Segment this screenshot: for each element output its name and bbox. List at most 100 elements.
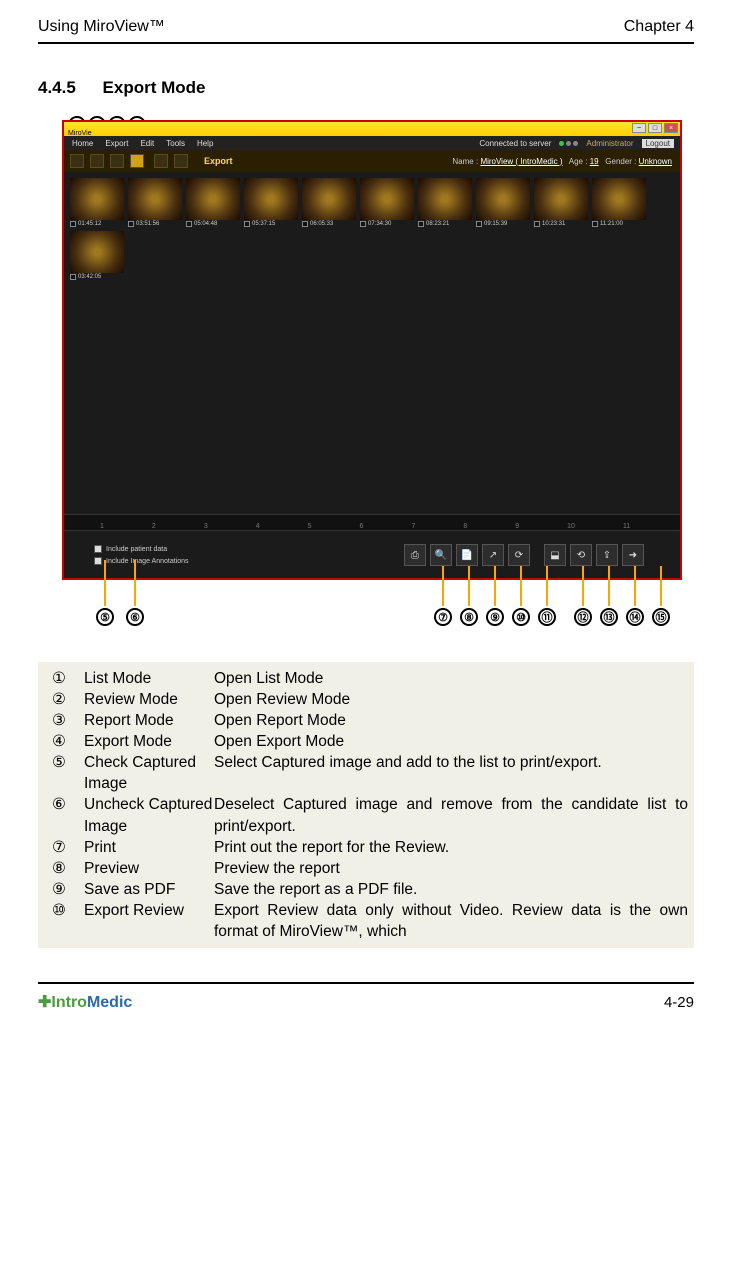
thumbnail[interactable]: 03:51:56 xyxy=(128,178,182,227)
app-window: MiroVie − □ × Home Export Edit Tools Hel… xyxy=(62,120,682,580)
description-table: ①List ModeOpen List Mode②Review ModeOpen… xyxy=(38,662,694,948)
header-right: Chapter 4 xyxy=(624,18,694,36)
time-ruler: 1234567891011 xyxy=(64,515,680,531)
review-mode-button[interactable] xyxy=(90,154,104,168)
gender-value: Unknown xyxy=(639,157,672,166)
name-label: Name : xyxy=(452,157,478,166)
opt2-label: Include Image Annotations xyxy=(106,558,189,565)
export-options: Include patient data Include Image Annot… xyxy=(64,545,224,565)
callout-9: ⑨ xyxy=(486,608,504,626)
leader-line xyxy=(634,566,636,606)
thumbnail[interactable]: 08:23:21 xyxy=(418,178,472,227)
section-number: 4.4.5 xyxy=(38,78,76,97)
minimize-icon[interactable]: − xyxy=(632,123,646,133)
thumbnail[interactable]: 11:21:00 xyxy=(592,178,646,227)
callout-13: ⑬ xyxy=(600,608,618,626)
page-header: Using MiroView™ Chapter 4 xyxy=(38,18,694,44)
export-review-button[interactable]: ↗ xyxy=(482,544,504,566)
desc-row: ⑨Save as PDFSave the report as a PDF fil… xyxy=(44,879,688,900)
conn-status: Connected to server xyxy=(479,139,551,148)
thumbnail[interactable]: 05:04:48 xyxy=(186,178,240,227)
export-mode-button[interactable] xyxy=(130,154,144,168)
button-15[interactable]: ➜ xyxy=(622,544,644,566)
page-number: 4-29 xyxy=(664,994,694,1011)
menu-tools[interactable]: Tools xyxy=(166,139,185,148)
include-patient-checkbox[interactable]: Include patient data xyxy=(94,545,224,553)
button-13[interactable]: ⟲ xyxy=(570,544,592,566)
bottom-panel: 1234567891011 Include patient data Inclu… xyxy=(64,514,680,578)
menu-export[interactable]: Export xyxy=(105,139,128,148)
thumbnail[interactable]: 01:45:12 xyxy=(70,178,124,227)
age-label: Age : xyxy=(569,157,588,166)
callout-12: ⑫ xyxy=(574,608,592,626)
action-buttons: ⎙ 🔍 📄 ↗ ⟳ ⬓ ⟲ ⇪ ➜ xyxy=(404,544,644,566)
leader-line xyxy=(104,560,106,606)
save-pdf-button[interactable]: 📄 xyxy=(456,544,478,566)
screenshot-figure: ① ② ③ ④ MiroVie − □ × Home Export Edit T… xyxy=(62,120,682,580)
role-label: Administrator xyxy=(586,139,633,148)
header-left: Using MiroView™ xyxy=(38,18,165,36)
opt1-label: Include patient data xyxy=(106,546,167,553)
desc-row: ④Export ModeOpen Export Mode xyxy=(44,731,688,752)
maximize-icon[interactable]: □ xyxy=(648,123,662,133)
list-mode-button[interactable] xyxy=(70,154,84,168)
include-annotations-checkbox[interactable]: Include Image Annotations xyxy=(94,557,224,565)
logout-button[interactable]: Logout xyxy=(642,139,674,148)
thumbnail[interactable]: 10:23:31 xyxy=(534,178,588,227)
name-value: MiroView ( IntroMedic ) xyxy=(480,157,562,166)
preview-button[interactable]: 🔍 xyxy=(430,544,452,566)
report-mode-button[interactable] xyxy=(110,154,124,168)
desc-row: ②Review ModeOpen Review Mode xyxy=(44,689,688,710)
window-controls: − □ × xyxy=(632,123,678,133)
desc-row: ⑧PreviewPreview the report xyxy=(44,858,688,879)
desc-row: ⑤Check Captured ImageSelect Captured ima… xyxy=(44,752,688,794)
callout-10: ⑩ xyxy=(512,608,530,626)
thumbnail[interactable]: 03:42:05 xyxy=(70,231,124,280)
toolbar-extra2[interactable] xyxy=(174,154,188,168)
menu-edit[interactable]: Edit xyxy=(140,139,154,148)
leader-line xyxy=(546,566,548,606)
logo-intro: Intro xyxy=(51,994,87,1011)
logo: ✚IntroMedic xyxy=(38,992,132,1012)
desc-row: ③Report ModeOpen Report Mode xyxy=(44,710,688,731)
leader-line xyxy=(608,566,610,606)
mode-label: Export xyxy=(204,156,233,166)
menu-home[interactable]: Home xyxy=(72,139,93,148)
thumbnail[interactable]: 05:37:15 xyxy=(244,178,298,227)
leader-line xyxy=(520,566,522,606)
button-14[interactable]: ⇪ xyxy=(596,544,618,566)
thumbnail-grid: 01:45:1203:51:5605:04:4805:37:1506:05:33… xyxy=(64,172,680,286)
patient-info: Name : MiroView ( IntroMedic ) Age : 19 … xyxy=(452,157,672,166)
callout-6: ⑥ xyxy=(126,608,144,626)
menu-help[interactable]: Help xyxy=(197,139,213,148)
logo-medic: Medic xyxy=(87,994,132,1011)
button-12[interactable]: ⬓ xyxy=(544,544,566,566)
status-dots xyxy=(559,141,578,146)
menubar: Home Export Edit Tools Help Connected to… xyxy=(64,136,680,150)
leader-line xyxy=(582,566,584,606)
print-button[interactable]: ⎙ xyxy=(404,544,426,566)
desc-row: ⑦PrintPrint out the report for the Revie… xyxy=(44,837,688,858)
toolbar-extra1[interactable] xyxy=(154,154,168,168)
callout-8: ⑧ xyxy=(460,608,478,626)
button-11[interactable]: ⟳ xyxy=(508,544,530,566)
callout-15: ⑮ xyxy=(652,608,670,626)
section-name: Export Mode xyxy=(103,78,206,97)
gender-label: Gender : xyxy=(605,157,636,166)
desc-row: ①List ModeOpen List Mode xyxy=(44,668,688,689)
titlebar: MiroVie − □ × xyxy=(64,122,680,136)
leader-line xyxy=(442,566,444,606)
thumbnail[interactable]: 07:34:30 xyxy=(360,178,414,227)
close-icon[interactable]: × xyxy=(664,123,678,133)
thumbnail[interactable]: 09:15:39 xyxy=(476,178,530,227)
thumbnail[interactable]: 06:05:33 xyxy=(302,178,356,227)
desc-row: ⑩Export ReviewExport Review data only wi… xyxy=(44,900,688,942)
document-page: Using MiroView™ Chapter 4 4.4.5 Export M… xyxy=(0,0,732,1028)
desc-row: ⑥Uncheck Captured ImageDeselect Captured… xyxy=(44,794,688,836)
leader-line xyxy=(660,566,662,606)
leader-line xyxy=(134,560,136,606)
section-title: 4.4.5 Export Mode xyxy=(38,78,694,98)
callout-11: ⑪ xyxy=(538,608,556,626)
leader-line xyxy=(468,566,470,606)
age-value: 19 xyxy=(590,157,599,166)
